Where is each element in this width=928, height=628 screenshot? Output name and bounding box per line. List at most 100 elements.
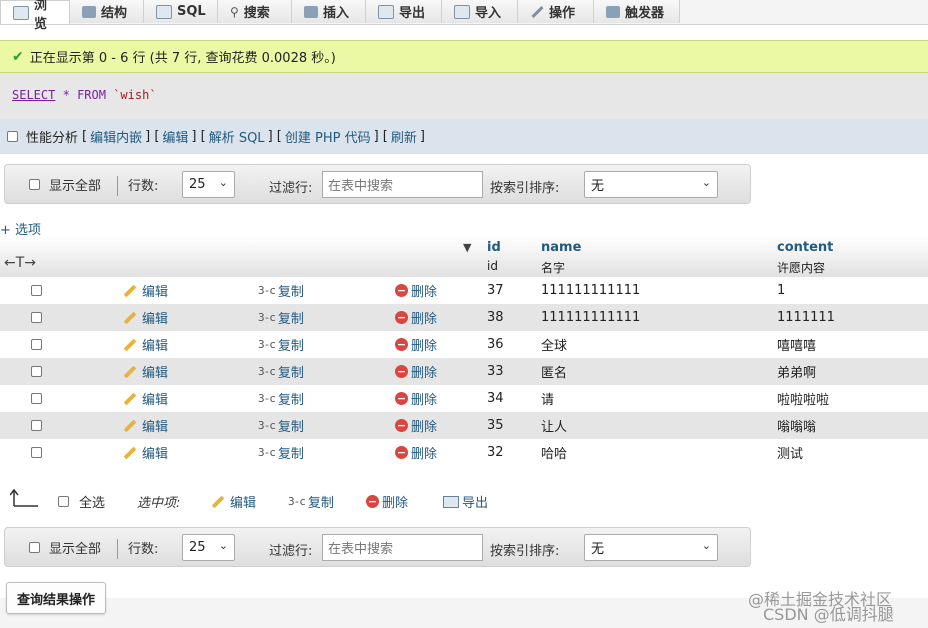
row-copy-button[interactable]: 3-c 复制 [258, 277, 304, 304]
filter-input[interactable]: 在表中搜索 [322, 171, 483, 198]
select-all-control[interactable]: 全选 [58, 492, 105, 511]
row-edit-button[interactable]: 编辑 [123, 304, 168, 331]
row-edit-button[interactable]: 编辑 [123, 439, 168, 466]
sort-select[interactable]: 无 ⌄ [584, 171, 718, 198]
row-copy-button[interactable]: 3-c 复制 [258, 331, 304, 358]
column-resize-arrows-icon[interactable]: ←T→ [4, 255, 36, 271]
tab-sql[interactable]: SQL [144, 0, 218, 23]
row-copy-button[interactable]: 3-c 复制 [258, 358, 304, 385]
row-delete-button[interactable]: − 删除 [395, 277, 437, 304]
tab-insert[interactable]: 插入 [292, 0, 366, 23]
cell-id[interactable]: 37 [487, 277, 504, 304]
row-copy-button[interactable]: 3-c 复制 [258, 439, 304, 466]
sort-down-icon[interactable]: ▼ [463, 241, 471, 254]
show-all-control[interactable]: 显示全部 [29, 175, 101, 194]
cell-content[interactable]: 1 [777, 277, 785, 304]
cell-name[interactable]: 请 [541, 385, 554, 412]
bracket: ] [ [373, 129, 388, 144]
row-edit-button[interactable]: 编辑 [123, 412, 168, 439]
row-copy-button[interactable]: 3-c 复制 [258, 385, 304, 412]
sql-select-keyword[interactable]: SELECT [12, 88, 55, 102]
row-checkbox[interactable] [31, 339, 42, 350]
row-copy-button[interactable]: 3-c 复制 [258, 304, 304, 331]
row-select[interactable] [31, 304, 42, 331]
tab-import[interactable]: 导入 [442, 0, 518, 23]
query-results-operations-button[interactable]: 查询结果操作 [6, 582, 106, 614]
bulk-edit-button[interactable]: 编辑 [211, 492, 256, 511]
create-php-link[interactable]: 创建 PHP 代码 [285, 127, 371, 146]
row-select[interactable] [31, 277, 42, 304]
row-select[interactable] [31, 358, 42, 385]
row-select[interactable] [31, 439, 42, 466]
cell-id[interactable]: 32 [487, 439, 504, 466]
tab-structure[interactable]: 结构 [70, 0, 144, 23]
cell-name[interactable]: 全球 [541, 331, 567, 358]
profiling-checkbox[interactable] [7, 131, 18, 142]
row-edit-button[interactable]: 编辑 [123, 385, 168, 412]
row-delete-button[interactable]: − 删除 [395, 331, 437, 358]
rows-select[interactable]: 25 ⌄ [182, 534, 235, 561]
row-edit-button[interactable]: 编辑 [123, 277, 168, 304]
row-delete-button[interactable]: − 删除 [395, 439, 437, 466]
cell-content[interactable]: 测试 [777, 439, 803, 466]
refresh-link[interactable]: 刷新 [391, 127, 417, 146]
cell-id[interactable]: 38 [487, 304, 504, 331]
table-row: 编辑 3-c 复制 − 删除 36 全球 嘻嘻嘻 [0, 331, 928, 358]
row-edit-button[interactable]: 编辑 [123, 331, 168, 358]
row-delete-button[interactable]: − 删除 [395, 358, 437, 385]
cell-id[interactable]: 35 [487, 412, 504, 439]
copy-icon: 3-c [258, 392, 276, 405]
cell-content[interactable]: 啦啦啦啦 [777, 385, 829, 412]
cell-id[interactable]: 36 [487, 331, 504, 358]
column-header-name[interactable]: name [541, 240, 581, 255]
row-checkbox[interactable] [31, 366, 42, 377]
row-checkbox[interactable] [31, 447, 42, 458]
row-checkbox[interactable] [31, 420, 42, 431]
cell-content[interactable]: 嘻嘻嘻 [777, 331, 816, 358]
cell-name[interactable]: 让人 [541, 412, 567, 439]
row-select[interactable] [31, 412, 42, 439]
filter-input[interactable]: 在表中搜索 [322, 534, 483, 561]
bulk-delete-button[interactable]: − 删除 [366, 492, 408, 511]
row-copy-button[interactable]: 3-c 复制 [258, 412, 304, 439]
column-header-content[interactable]: content [777, 240, 833, 255]
cell-content[interactable]: 嗡嗡嗡 [777, 412, 816, 439]
pencil-icon [123, 338, 137, 351]
bulk-edit-label: 编辑 [230, 496, 257, 511]
row-select[interactable] [31, 331, 42, 358]
nav-bar-bottom: 显示全部 行数: 25 ⌄ 过滤行: 在表中搜索 按索引排序: 无 ⌄ [4, 527, 751, 567]
cell-id[interactable]: 33 [487, 358, 504, 385]
show-all-control[interactable]: 显示全部 [29, 538, 101, 557]
show-all-checkbox[interactable] [29, 542, 40, 553]
row-delete-button[interactable]: − 删除 [395, 412, 437, 439]
row-checkbox[interactable] [31, 312, 42, 323]
cell-content[interactable]: 1111111 [777, 304, 835, 331]
row-checkbox[interactable] [31, 285, 42, 296]
column-header-id[interactable]: id [487, 240, 501, 255]
cell-name[interactable]: 111111111111 [541, 277, 640, 304]
bulk-copy-button[interactable]: 3-c 复制 [288, 492, 334, 511]
explain-sql-link[interactable]: 解析 SQL [209, 127, 265, 146]
row-edit-button[interactable]: 编辑 [123, 358, 168, 385]
cell-name[interactable]: 哈哈 [541, 439, 567, 466]
select-all-checkbox[interactable] [58, 496, 69, 507]
cell-name[interactable]: 111111111111 [541, 304, 640, 331]
cell-name[interactable]: 匿名 [541, 358, 567, 385]
row-delete-button[interactable]: − 删除 [395, 385, 437, 412]
tab-export[interactable]: 导出 [366, 0, 442, 23]
edit-inline-link[interactable]: 编辑内嵌 [90, 127, 142, 146]
rows-select[interactable]: 25 ⌄ [182, 171, 235, 198]
tab-operations[interactable]: 操作 [518, 0, 594, 23]
tab-browse[interactable]: 浏览 [0, 0, 70, 32]
tab-triggers[interactable]: 触发器 [594, 0, 680, 23]
cell-id[interactable]: 34 [487, 385, 504, 412]
bulk-export-button[interactable]: 导出 [443, 492, 488, 511]
row-checkbox[interactable] [31, 393, 42, 404]
tab-search[interactable]: ⚲ 搜索 [218, 0, 292, 23]
cell-content[interactable]: 弟弟啊 [777, 358, 816, 385]
row-select[interactable] [31, 385, 42, 412]
sort-select[interactable]: 无 ⌄ [584, 534, 718, 561]
show-all-checkbox[interactable] [29, 179, 40, 190]
edit-link[interactable]: 编辑 [162, 127, 188, 146]
row-delete-button[interactable]: − 删除 [395, 304, 437, 331]
